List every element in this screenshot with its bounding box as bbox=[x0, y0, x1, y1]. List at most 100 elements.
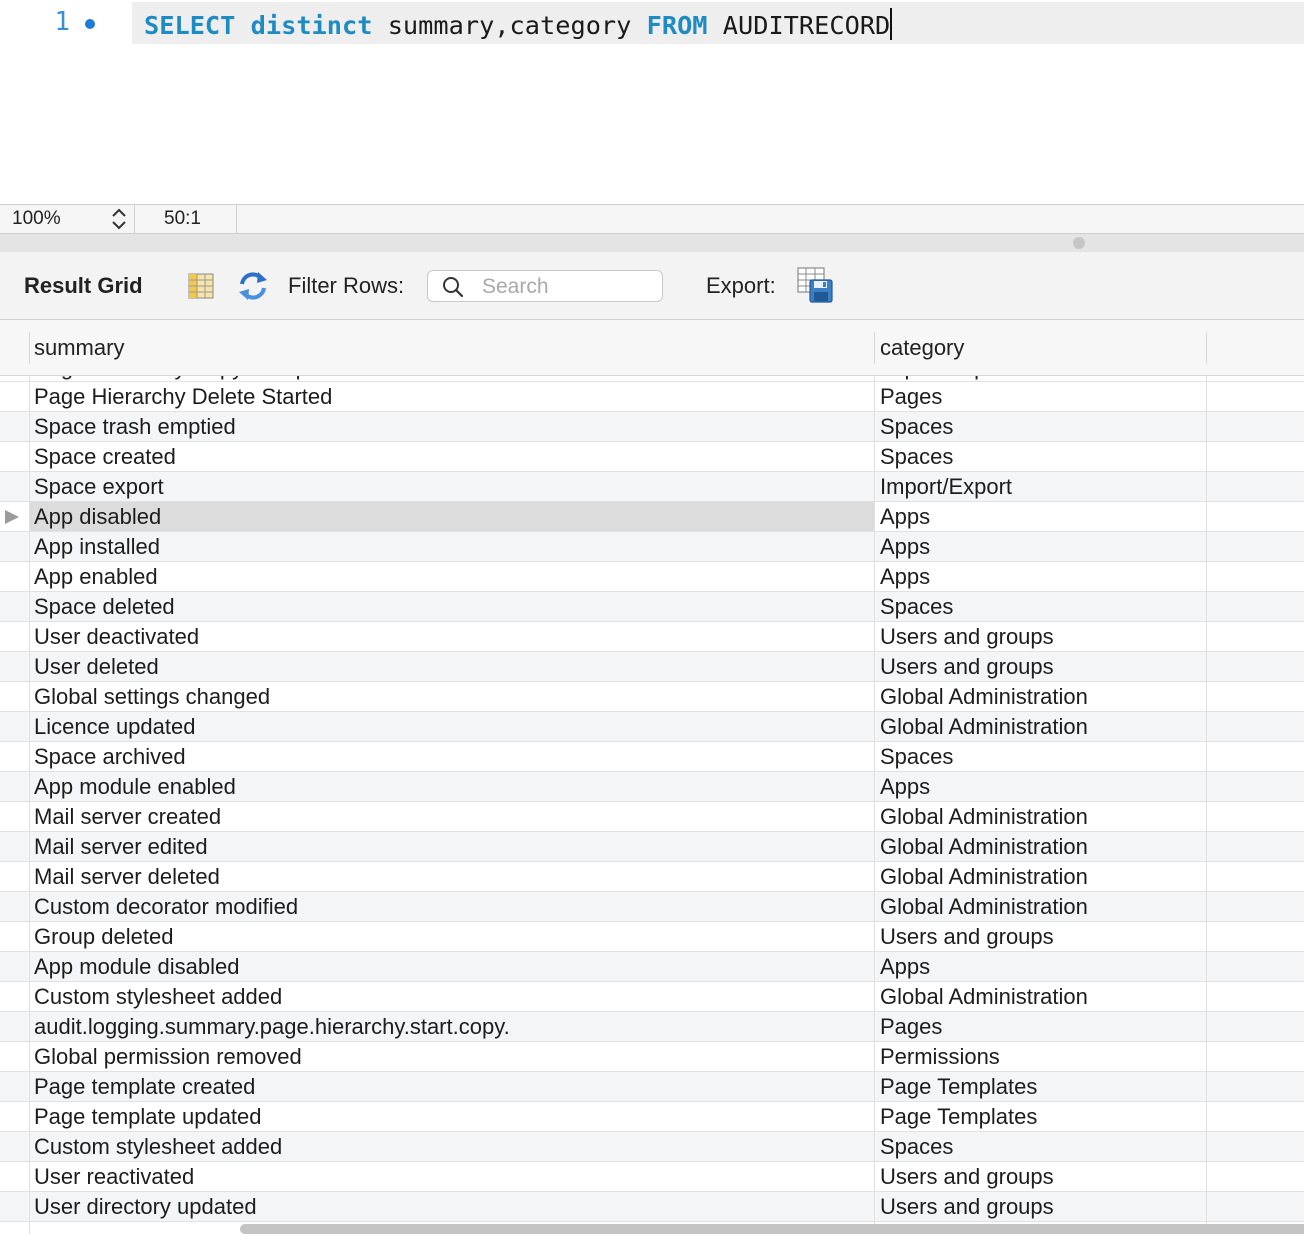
refresh-icon[interactable] bbox=[236, 270, 270, 302]
cell-category[interactable]: Apps bbox=[876, 532, 1206, 561]
cell-summary[interactable]: Global settings changed bbox=[30, 682, 874, 711]
result-grid-tab[interactable]: Result Grid bbox=[24, 273, 143, 299]
cell-category[interactable]: Users and groups bbox=[876, 922, 1206, 951]
table-row[interactable]: Page template updated Page Templates bbox=[0, 1102, 1304, 1132]
cell-category[interactable]: Spaces bbox=[876, 592, 1206, 621]
table-row[interactable]: audit.logging.summary.page.hierarchy.sta… bbox=[0, 1012, 1304, 1042]
cell-category[interactable]: Apps bbox=[876, 772, 1206, 801]
export-icon[interactable] bbox=[796, 266, 836, 306]
cell-category[interactable]: Users and groups bbox=[876, 1162, 1206, 1191]
table-row[interactable]: Custom stylesheet added Spaces bbox=[0, 1132, 1304, 1162]
cell-summary[interactable]: Page template created bbox=[30, 1072, 874, 1101]
cell-summary[interactable]: User deactivated bbox=[30, 622, 874, 651]
table-row[interactable]: Space export Import/Export bbox=[0, 472, 1304, 502]
column-divider[interactable] bbox=[29, 332, 30, 364]
cell-summary[interactable]: Space archived bbox=[30, 742, 874, 771]
column-divider[interactable] bbox=[874, 332, 875, 364]
table-row[interactable]: Mail server edited Global Administration bbox=[0, 832, 1304, 862]
cell-category[interactable]: Spaces bbox=[876, 412, 1206, 441]
sql-editor[interactable]: 1 SELECT distinct summary,category FROM … bbox=[0, 0, 1304, 204]
zoom-control[interactable]: 100% bbox=[0, 205, 135, 233]
table-row[interactable]: Space trash emptied Spaces bbox=[0, 412, 1304, 442]
cell-category[interactable]: Page Templates bbox=[876, 1072, 1206, 1101]
filter-rows-search[interactable] bbox=[427, 270, 663, 302]
table-row[interactable]: User deactivated Users and groups bbox=[0, 622, 1304, 652]
table-row[interactable]: App module disabled Apps bbox=[0, 952, 1304, 982]
cell-summary[interactable]: Space deleted bbox=[30, 592, 874, 621]
cell-category[interactable]: Import/Export bbox=[876, 472, 1206, 501]
cell-summary[interactable]: Custom stylesheet added bbox=[30, 1132, 874, 1161]
panel-splitter[interactable] bbox=[0, 234, 1304, 252]
cell-summary[interactable]: Space created bbox=[30, 442, 874, 471]
editor-line[interactable]: 1 SELECT distinct summary,category FROM … bbox=[0, 2, 1304, 44]
grid-view-icon[interactable] bbox=[187, 272, 215, 300]
cell-summary[interactable]: App installed bbox=[30, 532, 874, 561]
column-header-category[interactable]: category bbox=[880, 335, 964, 361]
table-row[interactable]: Mail server deleted Global Administration bbox=[0, 862, 1304, 892]
cell-category[interactable]: Global Administration bbox=[876, 892, 1206, 921]
table-row[interactable]: Space archived Spaces bbox=[0, 742, 1304, 772]
cell-summary[interactable]: Mail server created bbox=[30, 802, 874, 831]
cell-summary[interactable]: Mail server deleted bbox=[30, 862, 874, 891]
cell-summary[interactable]: App disabled bbox=[30, 502, 874, 531]
table-row[interactable]: User deleted Users and groups bbox=[0, 652, 1304, 682]
cell-category[interactable]: Global Administration bbox=[876, 712, 1206, 741]
cell-summary[interactable]: Group deleted bbox=[30, 922, 874, 951]
table-row[interactable]: App disabled Apps bbox=[0, 502, 1304, 532]
cell-summary[interactable]: Custom decorator modified bbox=[30, 892, 874, 921]
cell-summary[interactable]: User directory updated bbox=[30, 1192, 874, 1221]
cell-summary[interactable]: Custom stylesheet added bbox=[30, 982, 874, 1011]
table-row[interactable]: App enabled Apps bbox=[0, 562, 1304, 592]
table-row[interactable]: Custom stylesheet added Global Administra… bbox=[0, 982, 1304, 1012]
cell-summary[interactable]: Licence updated bbox=[30, 712, 874, 741]
cell-category[interactable]: Global Administration bbox=[876, 802, 1206, 831]
cell-summary[interactable]: Space trash emptied bbox=[30, 412, 874, 441]
table-row[interactable]: Global settings changed Global Administra… bbox=[0, 682, 1304, 712]
column-divider[interactable] bbox=[1206, 332, 1207, 364]
cell-category[interactable]: Spaces bbox=[876, 742, 1206, 771]
cell-summary[interactable]: audit.logging.summary.page.hierarchy.sta… bbox=[30, 1012, 874, 1041]
cell-summary[interactable]: App enabled bbox=[30, 562, 874, 591]
search-input[interactable] bbox=[480, 273, 660, 301]
cell-category[interactable]: Users and groups bbox=[876, 622, 1206, 651]
table-row[interactable]: Licence updated Global Administration bbox=[0, 712, 1304, 742]
horizontal-scrollbar[interactable] bbox=[240, 1224, 1304, 1234]
table-row[interactable]: Custom decorator modified Global Administ… bbox=[0, 892, 1304, 922]
table-row[interactable]: App installed Apps bbox=[0, 532, 1304, 562]
cell-summary[interactable]: Space export bbox=[30, 472, 874, 501]
table-row[interactable]: User reactivated Users and groups bbox=[0, 1162, 1304, 1192]
cell-summary[interactable]: Mail server edited bbox=[30, 832, 874, 861]
cell-category[interactable]: Pages bbox=[876, 382, 1206, 411]
cell-category[interactable]: Spaces bbox=[876, 442, 1206, 471]
cell-summary[interactable]: Page Hierarchy Delete Started bbox=[30, 382, 874, 411]
cell-category[interactable]: Page Templates bbox=[876, 1102, 1206, 1131]
table-row[interactable]: Space deleted Spaces bbox=[0, 592, 1304, 622]
cell-summary[interactable]: Page template updated bbox=[30, 1102, 874, 1131]
cell-summary[interactable]: User deleted bbox=[30, 652, 874, 681]
cell-summary[interactable]: User reactivated bbox=[30, 1162, 874, 1191]
cell-summary[interactable]: Global permission removed bbox=[30, 1042, 874, 1071]
result-grid[interactable]: summary category Page Hierarchy Copy Com… bbox=[0, 320, 1304, 1234]
table-row[interactable]: Group deleted Users and groups bbox=[0, 922, 1304, 952]
zoom-stepper-icon[interactable] bbox=[108, 207, 130, 231]
splitter-grip-icon[interactable] bbox=[1073, 237, 1085, 249]
cell-category[interactable]: Global Administration bbox=[876, 682, 1206, 711]
table-row[interactable]: User directory updated Users and groups bbox=[0, 1192, 1304, 1222]
cell-summary[interactable]: App module disabled bbox=[30, 952, 874, 981]
cell-category[interactable]: Permissions bbox=[876, 1042, 1206, 1071]
sql-query[interactable]: SELECT distinct summary,category FROM AU… bbox=[144, 8, 893, 40]
table-row[interactable]: Global permission removed Permissions bbox=[0, 1042, 1304, 1072]
cell-category[interactable]: Users and groups bbox=[876, 652, 1206, 681]
cell-category[interactable]: Apps bbox=[876, 502, 1206, 531]
cell-category[interactable]: Users and groups bbox=[876, 1192, 1206, 1221]
cell-category[interactable]: Spaces bbox=[876, 1132, 1206, 1161]
cell-category[interactable]: Global Administration bbox=[876, 832, 1206, 861]
cell-category[interactable]: Global Administration bbox=[876, 862, 1206, 891]
cell-category[interactable]: Apps bbox=[876, 952, 1206, 981]
table-row[interactable]: Page template created Page Templates bbox=[0, 1072, 1304, 1102]
column-header-summary[interactable]: summary bbox=[34, 335, 124, 361]
table-row[interactable]: App module enabled Apps bbox=[0, 772, 1304, 802]
cell-category[interactable]: Pages bbox=[876, 1012, 1206, 1041]
table-row[interactable]: Space created Spaces bbox=[0, 442, 1304, 472]
table-row[interactable]: Mail server created Global Administration bbox=[0, 802, 1304, 832]
